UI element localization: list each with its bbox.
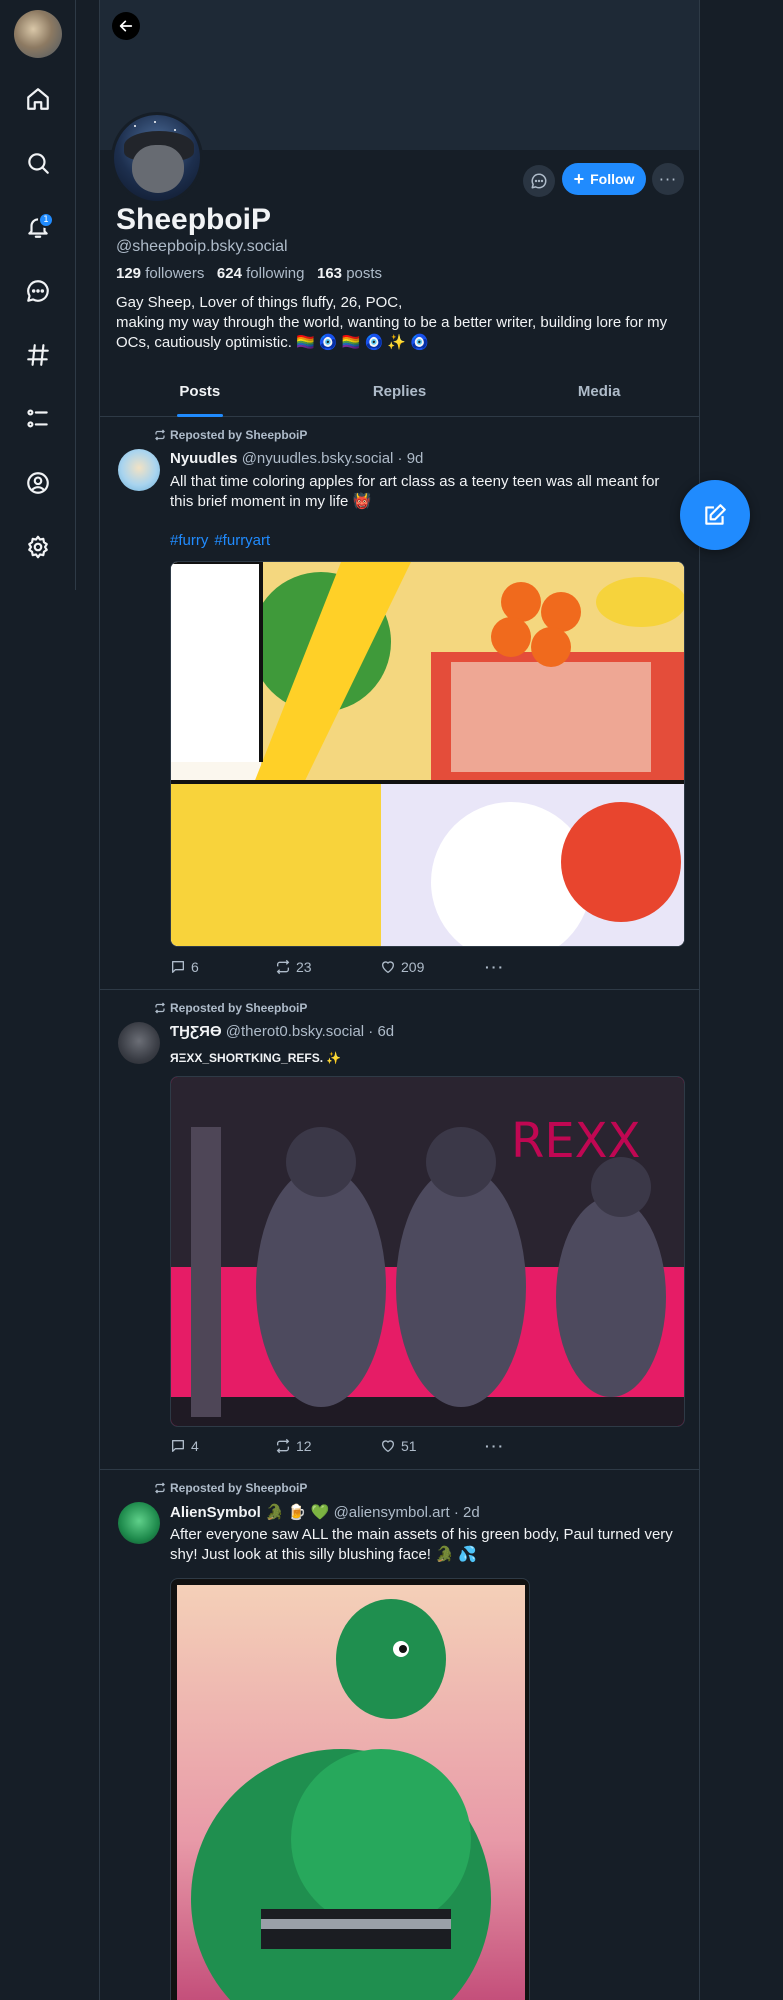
repost-icon	[155, 1482, 165, 1494]
author-avatar[interactable]	[118, 1022, 160, 1064]
notification-badge: 1	[38, 212, 54, 228]
author-avatar[interactable]	[118, 1502, 160, 1544]
message-button[interactable]	[523, 165, 555, 197]
compose-post-button[interactable]	[680, 480, 750, 550]
post-image[interactable]: REXX	[170, 1076, 685, 1427]
like-button[interactable]: 209	[380, 957, 485, 977]
plus-icon: +	[573, 169, 585, 189]
post-time: · 2d	[453, 1504, 480, 1521]
feed-post[interactable]: Reposted by SheepboiP Nyuudles @nyuudles…	[100, 417, 699, 990]
post-hashtags: #furry #furryart	[170, 532, 276, 549]
heart-icon	[382, 1440, 394, 1452]
following-link[interactable]: 624 following	[217, 265, 305, 282]
compose-icon	[705, 504, 726, 525]
tab-media[interactable]: Media	[499, 372, 699, 416]
arrow-left-icon	[119, 20, 133, 32]
chat-icon[interactable]	[22, 275, 54, 307]
post-text: ЯΞXX_SHORTKING_REFS. ✨	[170, 1051, 342, 1065]
author-name[interactable]: AlienSymbol 🐊 🍺 💚	[170, 1504, 329, 1521]
more-options-button[interactable]: ···	[652, 163, 684, 195]
list-icon[interactable]	[22, 403, 54, 435]
repost-icon	[155, 1002, 165, 1014]
author-name[interactable]: Nyuudles	[170, 450, 238, 467]
follow-button-label: Follow	[590, 171, 635, 187]
gear-icon[interactable]	[22, 531, 54, 563]
post-image[interactable]	[170, 1578, 530, 2000]
post-actions: 6 23 209 ···	[170, 957, 590, 977]
post-image[interactable]	[170, 561, 685, 947]
reply-button[interactable]: 6	[170, 957, 275, 977]
post-text: All that time coloring apples for art cl…	[170, 473, 660, 510]
post-header: AlienSymbol 🐊 🍺 💚 @aliensymbol.art · 2d	[170, 1503, 480, 1521]
hashtag-link[interactable]: #furryart	[214, 532, 270, 549]
left-sidebar: 1	[0, 0, 76, 590]
repost-button[interactable]: 12	[275, 1436, 380, 1456]
profile-tabs: Posts Replies Media	[100, 372, 699, 417]
feed-post[interactable]: Reposted by SheepboiP ƬӇƸЯӨ @therot0.bsk…	[100, 990, 699, 1470]
repost-icon	[276, 1438, 290, 1454]
follow-button[interactable]: + Follow	[562, 163, 646, 195]
profile-icon[interactable]	[22, 467, 54, 499]
like-button[interactable]: 51	[380, 1436, 485, 1456]
tab-posts[interactable]: Posts	[100, 372, 300, 417]
repost-indicator: Reposted by SheepboiP	[154, 1481, 307, 1495]
profile-stats: 129 followers 624 following 163 posts	[116, 265, 382, 282]
tab-replies[interactable]: Replies	[300, 372, 500, 416]
repost-indicator: Reposted by SheepboiP	[154, 1001, 307, 1015]
feed-post[interactable]: Reposted by SheepboiP AlienSymbol 🐊 🍺 💚 …	[100, 1470, 699, 2000]
author-handle[interactable]: @nyuudles.bsky.social	[242, 450, 394, 467]
post-more-button[interactable]: ···	[485, 1436, 590, 1456]
repost-icon	[155, 429, 165, 441]
post-actions: 4 12 51 ···	[170, 1436, 590, 1456]
repost-button[interactable]: 23	[275, 957, 380, 977]
repost-icon	[276, 959, 290, 975]
profile-avatar[interactable]	[111, 112, 203, 204]
home-icon[interactable]	[22, 83, 54, 115]
post-header: ƬӇƸЯӨ @therot0.bsky.social · 6d	[170, 1023, 394, 1040]
display-name: SheepboiP	[116, 203, 272, 236]
post-header: Nyuudles @nyuudles.bsky.social · 9d	[170, 450, 423, 467]
hashtag-icon[interactable]	[22, 339, 54, 371]
current-user-avatar[interactable]	[14, 10, 62, 58]
ellipsis-icon: ···	[485, 959, 505, 975]
profile-bio: Gay Sheep, Lover of things fluffy, 26, P…	[116, 294, 668, 351]
ellipsis-icon: ···	[658, 169, 678, 189]
svg-text:REXX: REXX	[511, 1113, 640, 1169]
posts-count: 163 posts	[317, 265, 383, 282]
ellipsis-icon: ···	[485, 1438, 505, 1454]
reply-button[interactable]: 4	[170, 1436, 275, 1456]
hashtag-link[interactable]: #furry	[170, 532, 208, 549]
reply-icon	[172, 961, 184, 973]
author-avatar[interactable]	[118, 449, 160, 491]
post-text: After everyone saw ALL the main assets o…	[170, 1526, 673, 1563]
author-handle[interactable]: @aliensymbol.art	[334, 1504, 450, 1521]
post-time: · 9d	[397, 450, 424, 467]
back-button[interactable]	[112, 12, 140, 40]
chat-bubble-icon	[531, 173, 547, 189]
repost-indicator: Reposted by SheepboiP	[154, 428, 307, 442]
reply-icon	[172, 1440, 184, 1452]
followers-link[interactable]: 129 followers	[116, 265, 204, 282]
heart-icon	[382, 961, 394, 973]
author-name[interactable]: ƬӇƸЯӨ	[170, 1023, 222, 1040]
search-icon[interactable]	[22, 147, 54, 179]
post-more-button[interactable]: ···	[485, 957, 590, 977]
post-time: · 6d	[368, 1023, 395, 1040]
profile-main-column: + Follow ··· SheepboiP @sheepboip.bsky.s…	[99, 0, 700, 2000]
profile-handle: @sheepboip.bsky.social	[116, 238, 288, 255]
author-handle[interactable]: @therot0.bsky.social	[226, 1023, 364, 1040]
